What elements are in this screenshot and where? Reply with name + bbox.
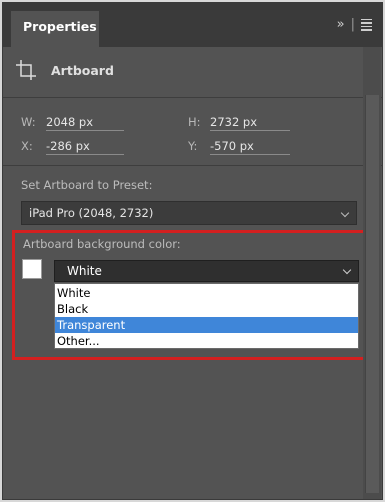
scrollbar-thumb[interactable] (365, 95, 379, 493)
y-label: Y: (188, 139, 198, 153)
preset-value: iPad Pro (2048, 2732) (29, 206, 154, 220)
background-color-label: Artboard background color: (23, 237, 181, 251)
background-color-select[interactable]: White (54, 260, 359, 282)
collapse-icon[interactable]: » (337, 17, 345, 32)
background-color-value: White (67, 264, 102, 278)
section-title: Artboard (51, 62, 114, 78)
panel-header: Properties » | (3, 3, 382, 47)
option-transparent[interactable]: Transparent (55, 317, 358, 333)
x-label: X: (21, 139, 33, 153)
tab-properties[interactable]: Properties (11, 11, 99, 47)
option-other[interactable]: Other... (55, 333, 358, 349)
properties-panel: Properties » | Artboard W: 2048 px H: 27… (2, 2, 383, 500)
header-separator: | (350, 17, 355, 32)
chevron-down-icon (340, 208, 350, 218)
y-field[interactable]: -570 px (210, 139, 290, 155)
color-swatch[interactable] (22, 259, 42, 279)
option-black[interactable]: Black (55, 301, 358, 317)
background-color-dropdown: White Black Transparent Other... (54, 283, 359, 349)
preset-label: Set Artboard to Preset: (21, 178, 153, 192)
width-field[interactable]: 2048 px (46, 115, 124, 131)
section-header: Artboard (15, 59, 114, 81)
divider (3, 165, 382, 166)
preset-select[interactable]: iPad Pro (2048, 2732) (21, 201, 357, 225)
option-white[interactable]: White (55, 285, 358, 301)
panel-menu-icon[interactable] (361, 18, 372, 31)
chevron-down-icon (342, 265, 352, 275)
height-label: H: (188, 115, 201, 129)
width-label: W: (21, 115, 36, 129)
x-field[interactable]: -286 px (46, 139, 124, 155)
height-field[interactable]: 2732 px (210, 115, 290, 131)
artboard-icon (16, 60, 36, 80)
header-controls: » | (337, 17, 372, 32)
divider (3, 97, 382, 98)
